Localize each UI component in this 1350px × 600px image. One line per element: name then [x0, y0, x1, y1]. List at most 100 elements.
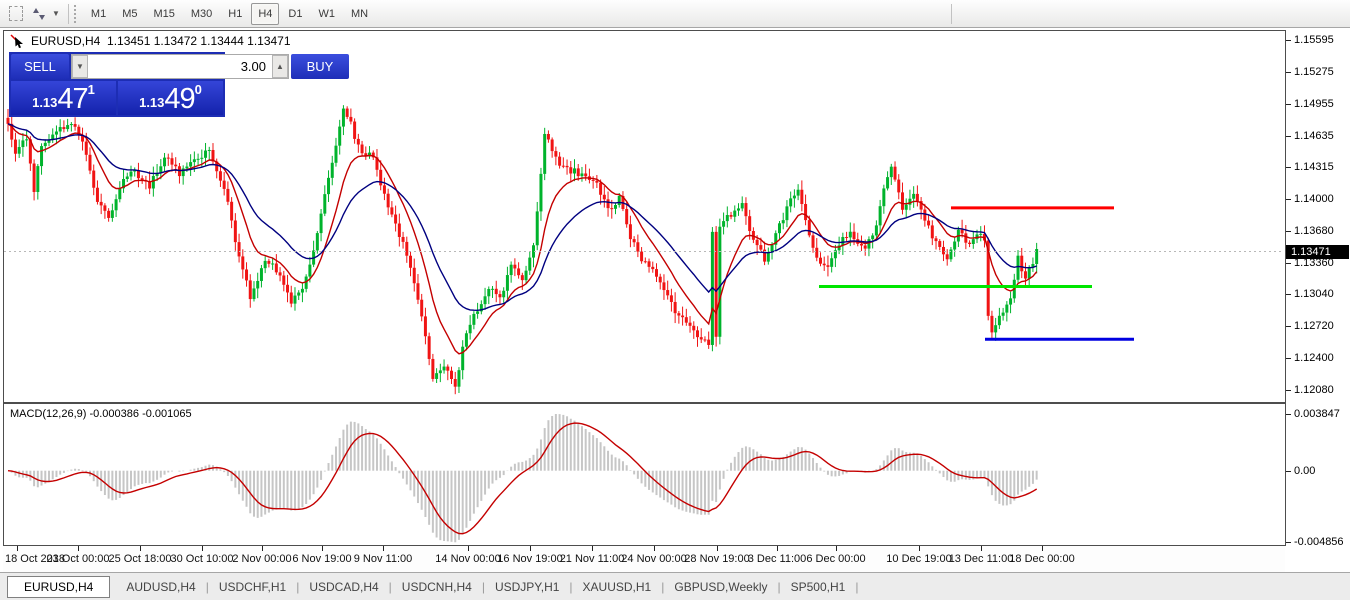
- time-tick: [592, 546, 593, 551]
- arrows-dropdown-button[interactable]: ▼: [27, 3, 64, 25]
- time-tick-label: 3 Dec 11:00: [748, 553, 807, 565]
- time-tick-label: 18 Dec 00:00: [1009, 553, 1074, 565]
- time-tick-label: 13 Dec 11:00: [949, 553, 1014, 565]
- timeframe-button-m30[interactable]: M30: [184, 3, 219, 25]
- volume-up-button[interactable]: ▲: [272, 55, 288, 78]
- price-tick: [1286, 294, 1291, 295]
- price-tick: [1286, 40, 1291, 41]
- price-tick-label: 1.14955: [1294, 98, 1334, 110]
- time-tick: [717, 546, 718, 551]
- ask-pip-digit: 0: [195, 83, 202, 96]
- timeframe-button-m5[interactable]: M5: [115, 3, 144, 25]
- time-tick-label: 23 Oct 00:00: [47, 553, 110, 565]
- timeframe-button-h1[interactable]: H1: [221, 3, 249, 25]
- timeframe-button-h4[interactable]: H4: [251, 3, 279, 25]
- time-tick: [919, 546, 920, 551]
- time-tick-label: 14 Nov 00:00: [435, 553, 500, 565]
- price-axis[interactable]: 1.13471 1.155951.152751.149551.146351.14…: [1286, 30, 1350, 546]
- timeframe-button-mn[interactable]: MN: [344, 3, 375, 25]
- macd-panel[interactable]: MACD(12,26,9) -0.000386 -0.001065: [3, 403, 1285, 546]
- tab-usdcnh-h4[interactable]: USDCNH,H4: [392, 580, 482, 594]
- time-tick-label: 25 Oct 18:00: [109, 553, 172, 565]
- chart-header: EURUSD,H4 1.13451 1.13472 1.13444 1.1347…: [10, 34, 291, 48]
- tab-separator: |: [855, 580, 858, 594]
- toolbar: ▼ M1M5M15M30H1H4D1W1MN: [0, 0, 1350, 28]
- arrows-icon: [31, 7, 49, 21]
- ask-prefix: 1.13: [139, 93, 164, 113]
- time-tick: [322, 546, 323, 551]
- macd-chart[interactable]: [4, 404, 1284, 545]
- tab-usdchf-h1[interactable]: USDCHF,H1: [209, 580, 296, 594]
- macd-tick-label: 0.003847: [1294, 408, 1340, 420]
- macd-tick-label: -0.004856: [1294, 536, 1344, 548]
- tab-audusd-h4[interactable]: AUDUSD,H4: [116, 580, 205, 594]
- price-tick-label: 1.13360: [1294, 257, 1334, 269]
- macd-tick: [1286, 471, 1291, 472]
- time-tick-label: 24 Nov 00:00: [621, 553, 686, 565]
- buy-price-display[interactable]: 1.13490: [118, 81, 223, 115]
- sell-price-display[interactable]: 1.13471: [11, 81, 116, 115]
- tab-usdjpy-h1[interactable]: USDJPY,H1: [485, 580, 569, 594]
- macd-histogram: [11, 414, 1038, 542]
- macd-tick-label: 0.00: [1294, 465, 1315, 477]
- time-tick: [530, 546, 531, 551]
- time-tick: [17, 546, 18, 551]
- time-tick: [654, 546, 655, 551]
- buy-button[interactable]: BUY: [291, 54, 349, 79]
- volume-input[interactable]: [88, 58, 272, 75]
- price-chart-panel[interactable]: EURUSD,H4 1.13451 1.13472 1.13444 1.1347…: [3, 30, 1285, 403]
- timeframe-button-d1[interactable]: D1: [281, 3, 309, 25]
- price-tick: [1286, 390, 1291, 391]
- bid-big-digits: 47: [57, 85, 87, 113]
- timeframe-button-m15[interactable]: M15: [146, 3, 181, 25]
- time-tick: [202, 546, 203, 551]
- price-tick-label: 1.13680: [1294, 225, 1334, 237]
- bid-prefix: 1.13: [32, 93, 57, 113]
- price-tick: [1286, 72, 1291, 73]
- price-tick: [1286, 358, 1291, 359]
- candles-layer: [7, 109, 1039, 387]
- time-axis[interactable]: 18 Oct 201823 Oct 00:0025 Oct 18:0030 Oc…: [3, 546, 1285, 572]
- price-tick-label: 1.12400: [1294, 352, 1334, 364]
- tab-usdcad-h4[interactable]: USDCAD,H4: [299, 580, 388, 594]
- toolbar-grip[interactable]: [74, 5, 79, 23]
- price-tick-label: 1.13040: [1294, 288, 1334, 300]
- chart-shift-icon[interactable]: [5, 3, 27, 25]
- time-tick: [78, 546, 79, 551]
- price-tick: [1286, 104, 1291, 105]
- ask-big-digits: 49: [164, 85, 194, 113]
- price-tick-label: 1.12080: [1294, 384, 1334, 396]
- price-tick: [1286, 326, 1291, 327]
- tab-gbpusd-weekly[interactable]: GBPUSD,Weekly: [664, 580, 777, 594]
- tab-eurusd-h4[interactable]: EURUSD,H4: [7, 576, 110, 598]
- time-tick-label: 10 Dec 19:00: [886, 553, 951, 565]
- volume-control: ▼ ▲: [71, 54, 289, 79]
- price-tick: [1286, 231, 1291, 232]
- timeframe-button-w1[interactable]: W1: [311, 3, 342, 25]
- volume-down-button[interactable]: ▼: [72, 55, 88, 78]
- time-tick: [383, 546, 384, 551]
- time-tick: [777, 546, 778, 551]
- timeframe-button-m1[interactable]: M1: [84, 3, 113, 25]
- cursor-icon: [10, 34, 26, 48]
- price-tick-label: 1.14635: [1294, 130, 1334, 142]
- time-tick-label: 30 Oct 10:00: [171, 553, 234, 565]
- toolbar-separator-right: [951, 4, 952, 24]
- tab-xauusd-h1[interactable]: XAUUSD,H1: [573, 580, 662, 594]
- chevron-down-icon: ▼: [52, 9, 60, 18]
- price-tick: [1286, 199, 1291, 200]
- price-tick: [1286, 263, 1291, 264]
- tab-sp500-h1[interactable]: SP500,H1: [781, 580, 856, 594]
- time-tick-label: 16 Nov 19:00: [497, 553, 562, 565]
- wicks-layer: [8, 105, 1037, 394]
- sell-button[interactable]: SELL: [11, 54, 69, 79]
- symbol-ohlc-info: EURUSD,H4 1.13451 1.13472 1.13444 1.1347…: [31, 34, 291, 48]
- time-tick-label: 6 Dec 00:00: [806, 553, 865, 565]
- bid-pip-digit: 1: [88, 83, 95, 96]
- dashed-rect-icon: [9, 6, 23, 21]
- toolbar-separator: [68, 4, 69, 24]
- macd-tick: [1286, 542, 1291, 543]
- ma-fast-line: [8, 124, 1037, 354]
- macd-tick: [1286, 414, 1291, 415]
- timeframe-group: M1M5M15M30H1H4D1W1MN: [83, 3, 376, 25]
